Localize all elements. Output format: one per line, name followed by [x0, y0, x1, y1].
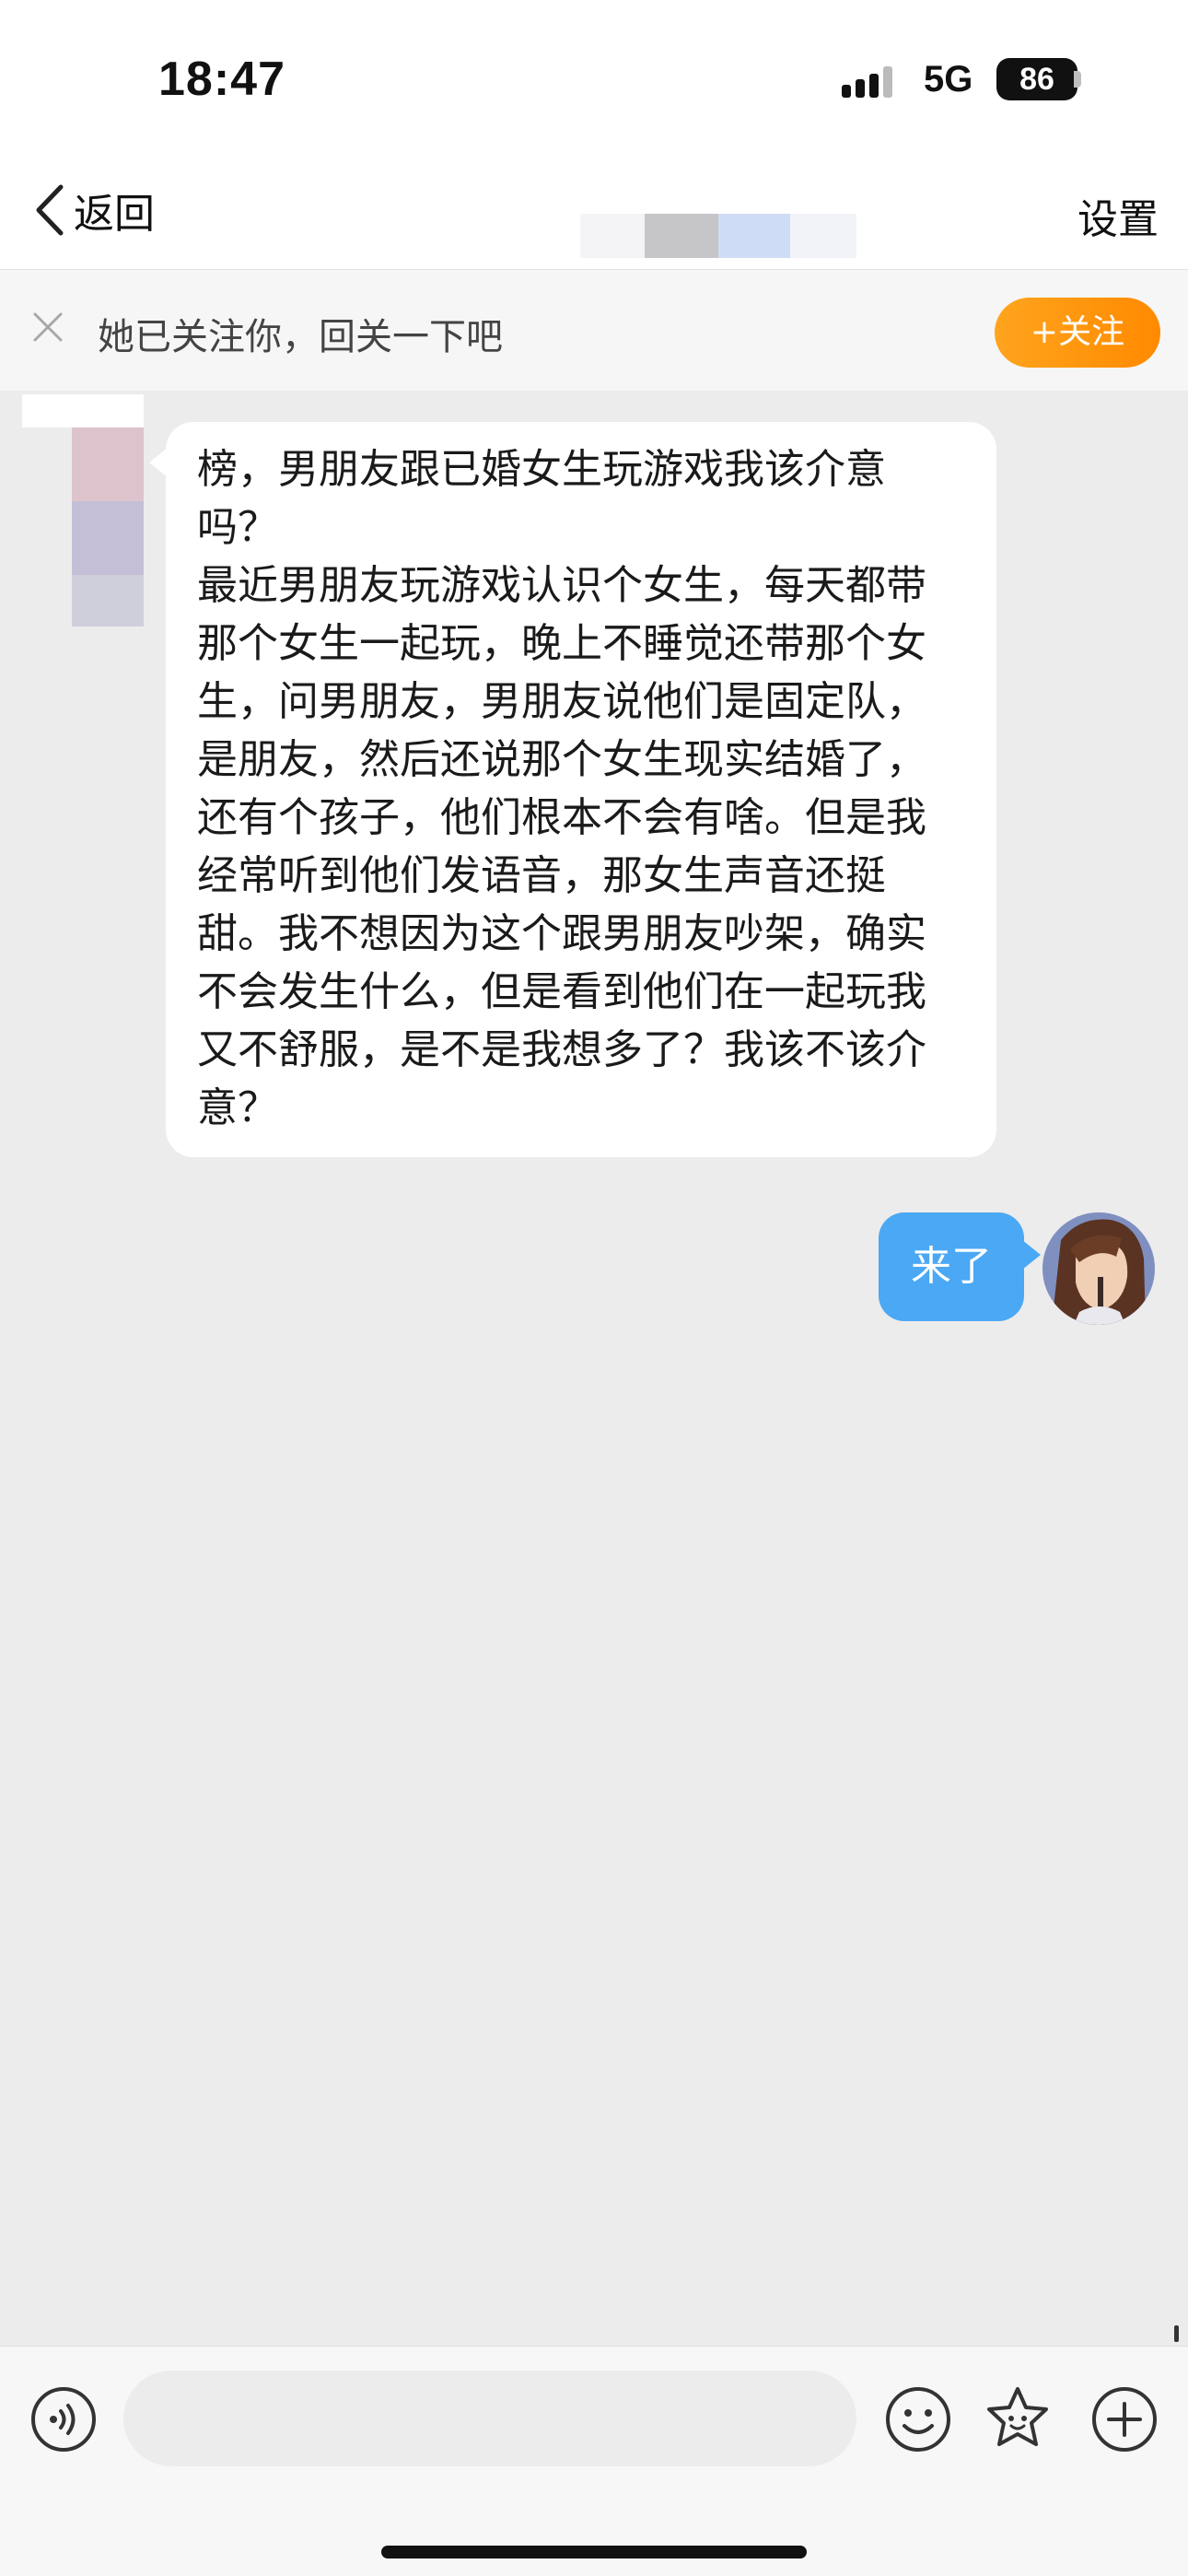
message-text: 榜，男朋友跟已婚女生玩游戏我该介意吗？ 最近男朋友玩游戏认识个女生，每天都带那个… [197, 446, 926, 1131]
back-button[interactable]: 返回 [31, 181, 155, 240]
home-indicator [381, 2546, 807, 2558]
battery-indicator: 86 [996, 58, 1077, 100]
close-icon[interactable] [28, 307, 68, 347]
input-bar [0, 2346, 1188, 2576]
voice-icon[interactable] [29, 2385, 98, 2453]
emoji-icon[interactable] [884, 2385, 952, 2453]
user-avatar[interactable] [1042, 1212, 1155, 1325]
conversation-title-redacted [580, 214, 856, 258]
back-label: 返回 [74, 191, 155, 238]
cellular-signal-icon [842, 66, 892, 98]
chevron-left-icon [36, 184, 64, 236]
settings-button[interactable]: 设置 [1077, 186, 1159, 245]
message-input[interactable] [123, 2371, 856, 2466]
follow-suggestion-bar: 她已关注你，回关一下吧 +关注 [0, 269, 1188, 391]
follow-suggestion-text: 她已关注你，回关一下吧 [98, 316, 503, 358]
status-time: 18:47 [158, 53, 285, 106]
bubble-tail [149, 448, 168, 477]
battery-tip [1074, 71, 1081, 88]
sticker-icon[interactable] [984, 2383, 1052, 2452]
bubble-tail [1022, 1240, 1041, 1270]
scroll-indicator [1174, 2325, 1179, 2342]
header: 18:47 5G 86 返回 设置 [0, 0, 1188, 269]
message-bubble-outgoing[interactable]: 来了 [879, 1212, 1041, 1321]
message-bubble-incoming[interactable]: 榜，男朋友跟已婚女生玩游戏我该介意吗？ 最近男朋友玩游戏认识个女生，每天都带那个… [149, 422, 996, 1157]
message-text: 来了 [911, 1243, 992, 1290]
plus-icon[interactable] [1090, 2385, 1159, 2453]
network-type: 5G [924, 59, 973, 100]
follow-button[interactable]: +关注 [995, 298, 1160, 368]
sender-avatar-redacted[interactable] [22, 394, 144, 626]
